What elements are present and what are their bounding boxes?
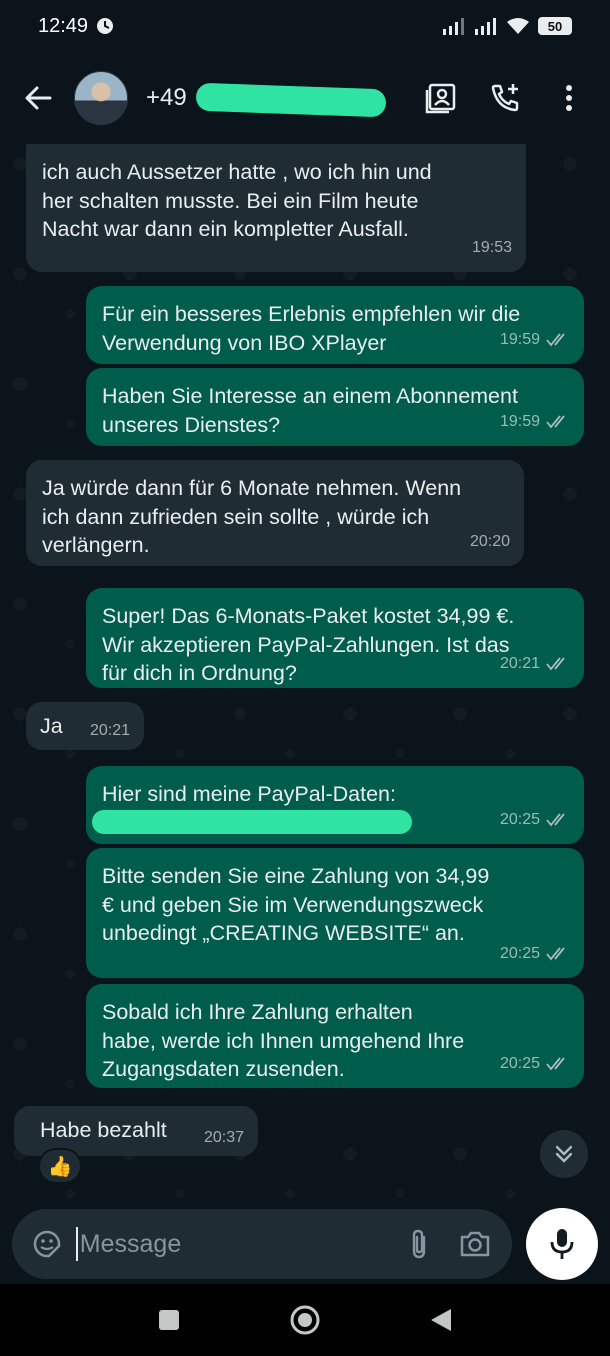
more-options-button[interactable] xyxy=(552,81,586,115)
signal-icon xyxy=(443,18,464,35)
back-nav-button[interactable] xyxy=(421,1300,461,1340)
home-circle-icon xyxy=(290,1305,320,1335)
composer xyxy=(0,1204,610,1284)
contact-card-icon xyxy=(425,83,456,114)
chat-header: +49 xyxy=(0,52,610,144)
redaction-mark xyxy=(195,82,387,118)
message-time: 20:25 xyxy=(499,944,540,962)
double-check-icon xyxy=(546,1057,565,1071)
message-time: 20:21 xyxy=(499,654,540,672)
double-chevron-down-icon xyxy=(555,1145,573,1163)
contact-avatar[interactable] xyxy=(74,71,128,125)
message-text: Für ein besseres Erlebnis empfehlen wir … xyxy=(102,302,521,355)
message-outgoing[interactable]: Haben Sie Interesse an einem Abonnement … xyxy=(86,368,584,446)
double-check-icon xyxy=(546,415,565,429)
wifi-icon xyxy=(507,18,529,34)
message-input-pill xyxy=(12,1209,512,1279)
double-check-icon xyxy=(546,813,565,827)
message-time: 20:21 xyxy=(89,721,130,739)
scroll-to-bottom-button[interactable] xyxy=(540,1130,588,1178)
system-navigation-bar xyxy=(0,1284,610,1356)
text-caret xyxy=(76,1227,78,1261)
signal-icon-2 xyxy=(475,18,496,35)
message-outgoing[interactable]: Bitte senden Sie eine Zahlung von 34,99 … xyxy=(86,848,584,978)
message-time: 19:53 xyxy=(471,238,512,256)
phone-plus-icon xyxy=(491,84,519,112)
triangle-back-icon xyxy=(431,1309,451,1331)
message-text: Sobald ich Ihre Zahlung erhalten habe, w… xyxy=(102,1000,465,1081)
message-text: Super! Das 6-Monats-Paket kostet 34,99 €… xyxy=(102,604,515,685)
contact-card-button[interactable] xyxy=(424,81,458,115)
message-time: 19:59 xyxy=(499,330,540,348)
more-vertical-icon xyxy=(566,85,572,111)
add-call-button[interactable] xyxy=(488,81,522,115)
message-outgoing[interactable]: Sobald ich Ihre Zahlung erhalten habe, w… xyxy=(86,984,584,1088)
voice-message-button[interactable] xyxy=(526,1208,598,1280)
double-check-icon xyxy=(546,657,565,671)
thumbs-up-icon: 👍 xyxy=(47,1155,73,1178)
message-text: Haben Sie Interesse an einem Abonnement … xyxy=(102,384,518,437)
message-outgoing[interactable]: Hier sind meine PayPal-Daten: 20:25 xyxy=(86,766,584,844)
sticker-button[interactable] xyxy=(30,1224,64,1264)
home-button[interactable] xyxy=(285,1300,325,1340)
double-check-icon xyxy=(546,333,565,347)
message-outgoing[interactable]: Super! Das 6-Monats-Paket kostet 34,99 €… xyxy=(86,588,584,688)
message-input[interactable] xyxy=(79,1224,402,1264)
message-outgoing[interactable]: Für ein besseres Erlebnis empfehlen wir … xyxy=(86,286,584,364)
camera-button[interactable] xyxy=(458,1224,492,1264)
battery-indicator: 50 xyxy=(538,17,572,35)
message-time: 20:37 xyxy=(203,1128,244,1146)
contact-name: +49 xyxy=(146,84,187,111)
message-incoming[interactable]: Ja 20:21 xyxy=(26,702,144,750)
message-time: 20:25 xyxy=(499,1054,540,1072)
message-time: 19:59 xyxy=(499,412,540,430)
status-bar: 12:49 50 xyxy=(0,0,610,52)
message-text: Hier sind meine PayPal-Daten: xyxy=(102,782,396,806)
back-button[interactable] xyxy=(18,78,58,118)
message-time: 20:25 xyxy=(499,810,540,828)
contact-name-area[interactable]: +49 xyxy=(146,82,424,118)
microphone-icon xyxy=(550,1229,574,1259)
double-check-icon xyxy=(546,947,565,961)
reaction-badge[interactable]: 👍 xyxy=(38,1148,82,1184)
sticker-icon xyxy=(33,1230,61,1258)
chat-area[interactable]: ich auch Aussetzer hatte , wo ich hin un… xyxy=(0,144,610,1204)
message-time: 20:20 xyxy=(469,532,510,550)
camera-icon xyxy=(460,1231,490,1257)
message-text: ich auch Aussetzer hatte , wo ich hin un… xyxy=(42,160,432,241)
attach-button[interactable] xyxy=(402,1224,436,1264)
notification-icon xyxy=(97,18,114,34)
status-time: 12:49 xyxy=(38,14,89,37)
message-incoming[interactable]: ich auch Aussetzer hatte , wo ich hin un… xyxy=(26,144,526,272)
arrow-left-icon xyxy=(25,86,52,110)
message-incoming[interactable]: Ja würde dann für 6 Monate nehmen. Wenn … xyxy=(26,460,524,566)
paperclip-icon xyxy=(412,1229,426,1259)
square-icon xyxy=(159,1310,179,1330)
message-text: Ja würde dann für 6 Monate nehmen. Wenn … xyxy=(42,476,462,557)
message-text: Bitte senden Sie eine Zahlung von 34,99 … xyxy=(102,864,490,945)
redaction-mark xyxy=(92,810,412,834)
recents-button[interactable] xyxy=(149,1300,189,1340)
